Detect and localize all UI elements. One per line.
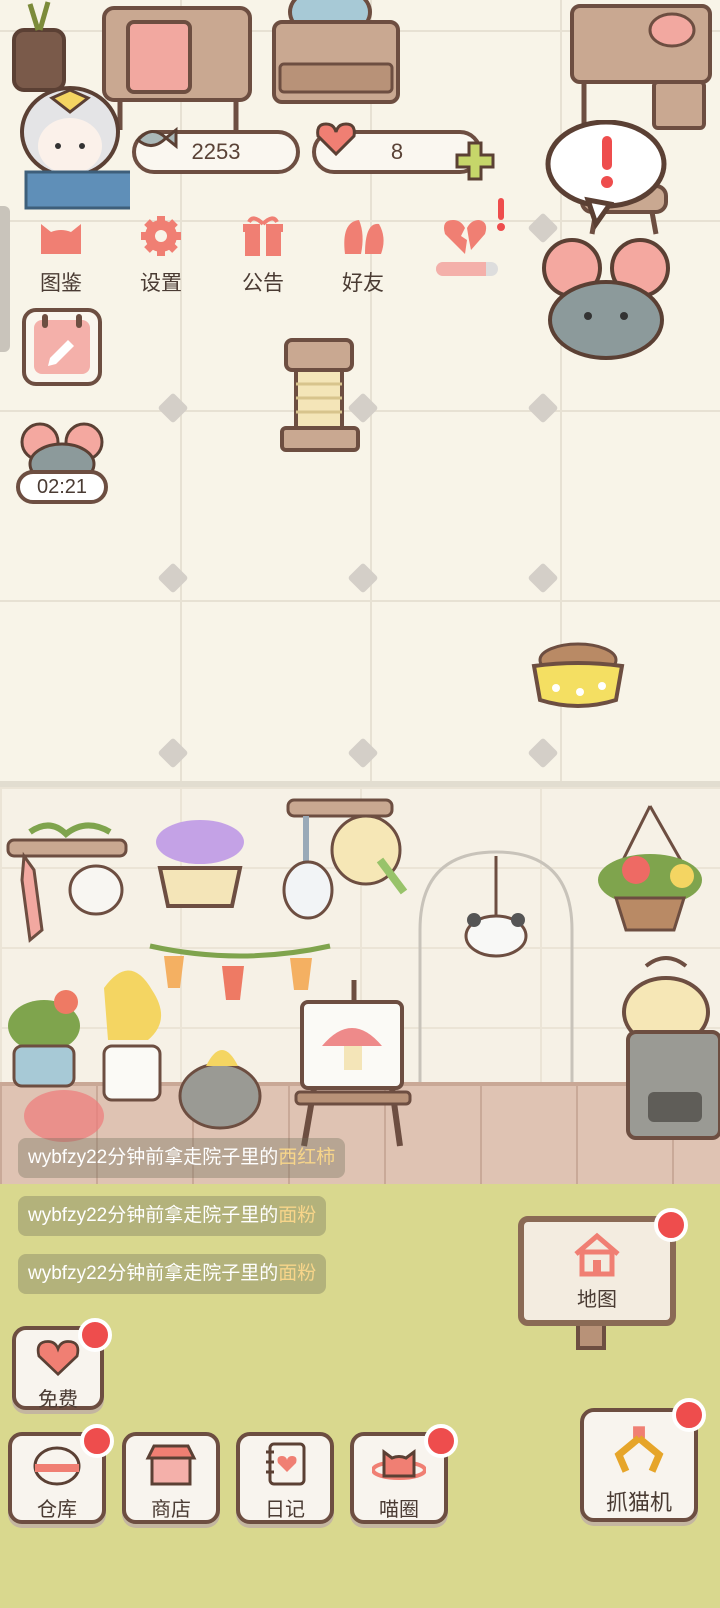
bottom-bar-label: 喵圈: [379, 1499, 419, 1521]
menu-collection-button[interactable]: 图鉴: [16, 214, 106, 295]
menu-announcement-button[interactable]: 公告: [218, 214, 308, 295]
message-item: 西红柿: [278, 1147, 336, 1168]
wall-shelf-decoration: [6, 822, 128, 943]
warehouse-icon: [33, 1446, 81, 1486]
house-icon: [574, 1232, 620, 1277]
map-button[interactable]: 地图: [518, 1216, 676, 1326]
menu-label: 公告: [242, 272, 284, 295]
cat-circle-notification-badge: [424, 1424, 458, 1458]
panda-ornament-decoration: [464, 856, 528, 958]
drawer-handle[interactable]: [0, 206, 10, 352]
add-hearts-button[interactable]: [454, 140, 496, 182]
dresser-decoration: [272, 0, 400, 104]
bottom-bar-label: 仓库: [37, 1499, 77, 1521]
mouse-npc[interactable]: [540, 120, 690, 370]
tulip-pots-decoration: [8, 970, 262, 1142]
calendar-icon: [34, 314, 90, 374]
flower-garland-decoration: [149, 943, 331, 1000]
menu-label: 设置: [140, 272, 182, 295]
progress-bar: [436, 262, 498, 276]
message-item: 面粉: [278, 1205, 317, 1226]
mushroom-painting-easel: [294, 980, 412, 1147]
progress-fill: [436, 262, 486, 276]
player-avatar[interactable]: [12, 80, 130, 212]
diary-icon: [266, 1442, 306, 1486]
menu-label: 图鉴: [40, 272, 82, 295]
fish-count: 2253: [191, 139, 241, 164]
claw-machine-label: 抓猫机: [605, 1490, 672, 1515]
ladle-and-hat-decoration: [282, 798, 408, 920]
map-label: 地图: [577, 1289, 617, 1311]
message-item: 面粉: [278, 1263, 317, 1284]
message-text: wybfzy22分钟前拿走院子里的: [28, 1263, 279, 1284]
claw-machine-notification-badge: [672, 1398, 706, 1432]
lavender-basket-decoration: [156, 820, 244, 908]
cat-planet-icon: [371, 1449, 427, 1480]
exclamation-icon: [497, 198, 505, 231]
mouse-timer: 02:21: [16, 470, 108, 504]
friends-icon: [344, 220, 384, 254]
fish-icon: [135, 126, 178, 150]
message-text: wybfzy22分钟前拿走院子里的: [28, 1147, 279, 1168]
gear-icon: [141, 216, 181, 256]
cat-head-icon: [41, 224, 81, 254]
activity-message: wybfzy22分钟前拿走院子里的西红柿: [18, 1138, 346, 1178]
menu-label: 好友: [342, 272, 384, 295]
potted-plant-decoration: [12, 1, 66, 92]
menu-settings-button[interactable]: 设置: [116, 214, 206, 295]
claw-icon: [614, 1426, 664, 1473]
bottom-bar-label: 日记: [265, 1499, 305, 1521]
broken-heart-icon: [444, 220, 487, 254]
map-notification-badge: [654, 1208, 688, 1242]
activity-message: wybfzy22分钟前拿走院子里的面粉: [18, 1254, 327, 1294]
shop-icon: [145, 1444, 197, 1486]
gift-icon: [243, 216, 283, 256]
kettle-stove-decoration: [622, 956, 720, 1140]
message-text: wybfzy22分钟前拿走院子里的: [28, 1205, 279, 1226]
bottom-bar-label: 商店: [151, 1499, 191, 1521]
heart-count: 8: [390, 139, 404, 164]
scratching-post-decoration: [280, 338, 360, 452]
food-bowl-decoration: [531, 642, 625, 708]
desk-decoration: [570, 4, 712, 130]
heart-face-icon: [36, 1340, 80, 1377]
activity-message: wybfzy22分钟前拿走院子里的面粉: [18, 1196, 327, 1236]
mouse-timer-widget[interactable]: 02:21: [16, 420, 108, 512]
free-label: 免费: [38, 1389, 78, 1411]
alert-bubble-icon: [545, 120, 667, 230]
heart-icon: [316, 122, 356, 157]
menu-friends-button[interactable]: 好友: [318, 214, 408, 295]
warehouse-notification-badge: [80, 1424, 114, 1458]
free-notification-badge: [78, 1318, 112, 1352]
hanging-flower-basket-decoration: [598, 805, 702, 932]
calendar-button[interactable]: [22, 308, 102, 386]
diary-button[interactable]: 日记: [236, 1432, 334, 1524]
shop-button[interactable]: 商店: [122, 1432, 220, 1524]
